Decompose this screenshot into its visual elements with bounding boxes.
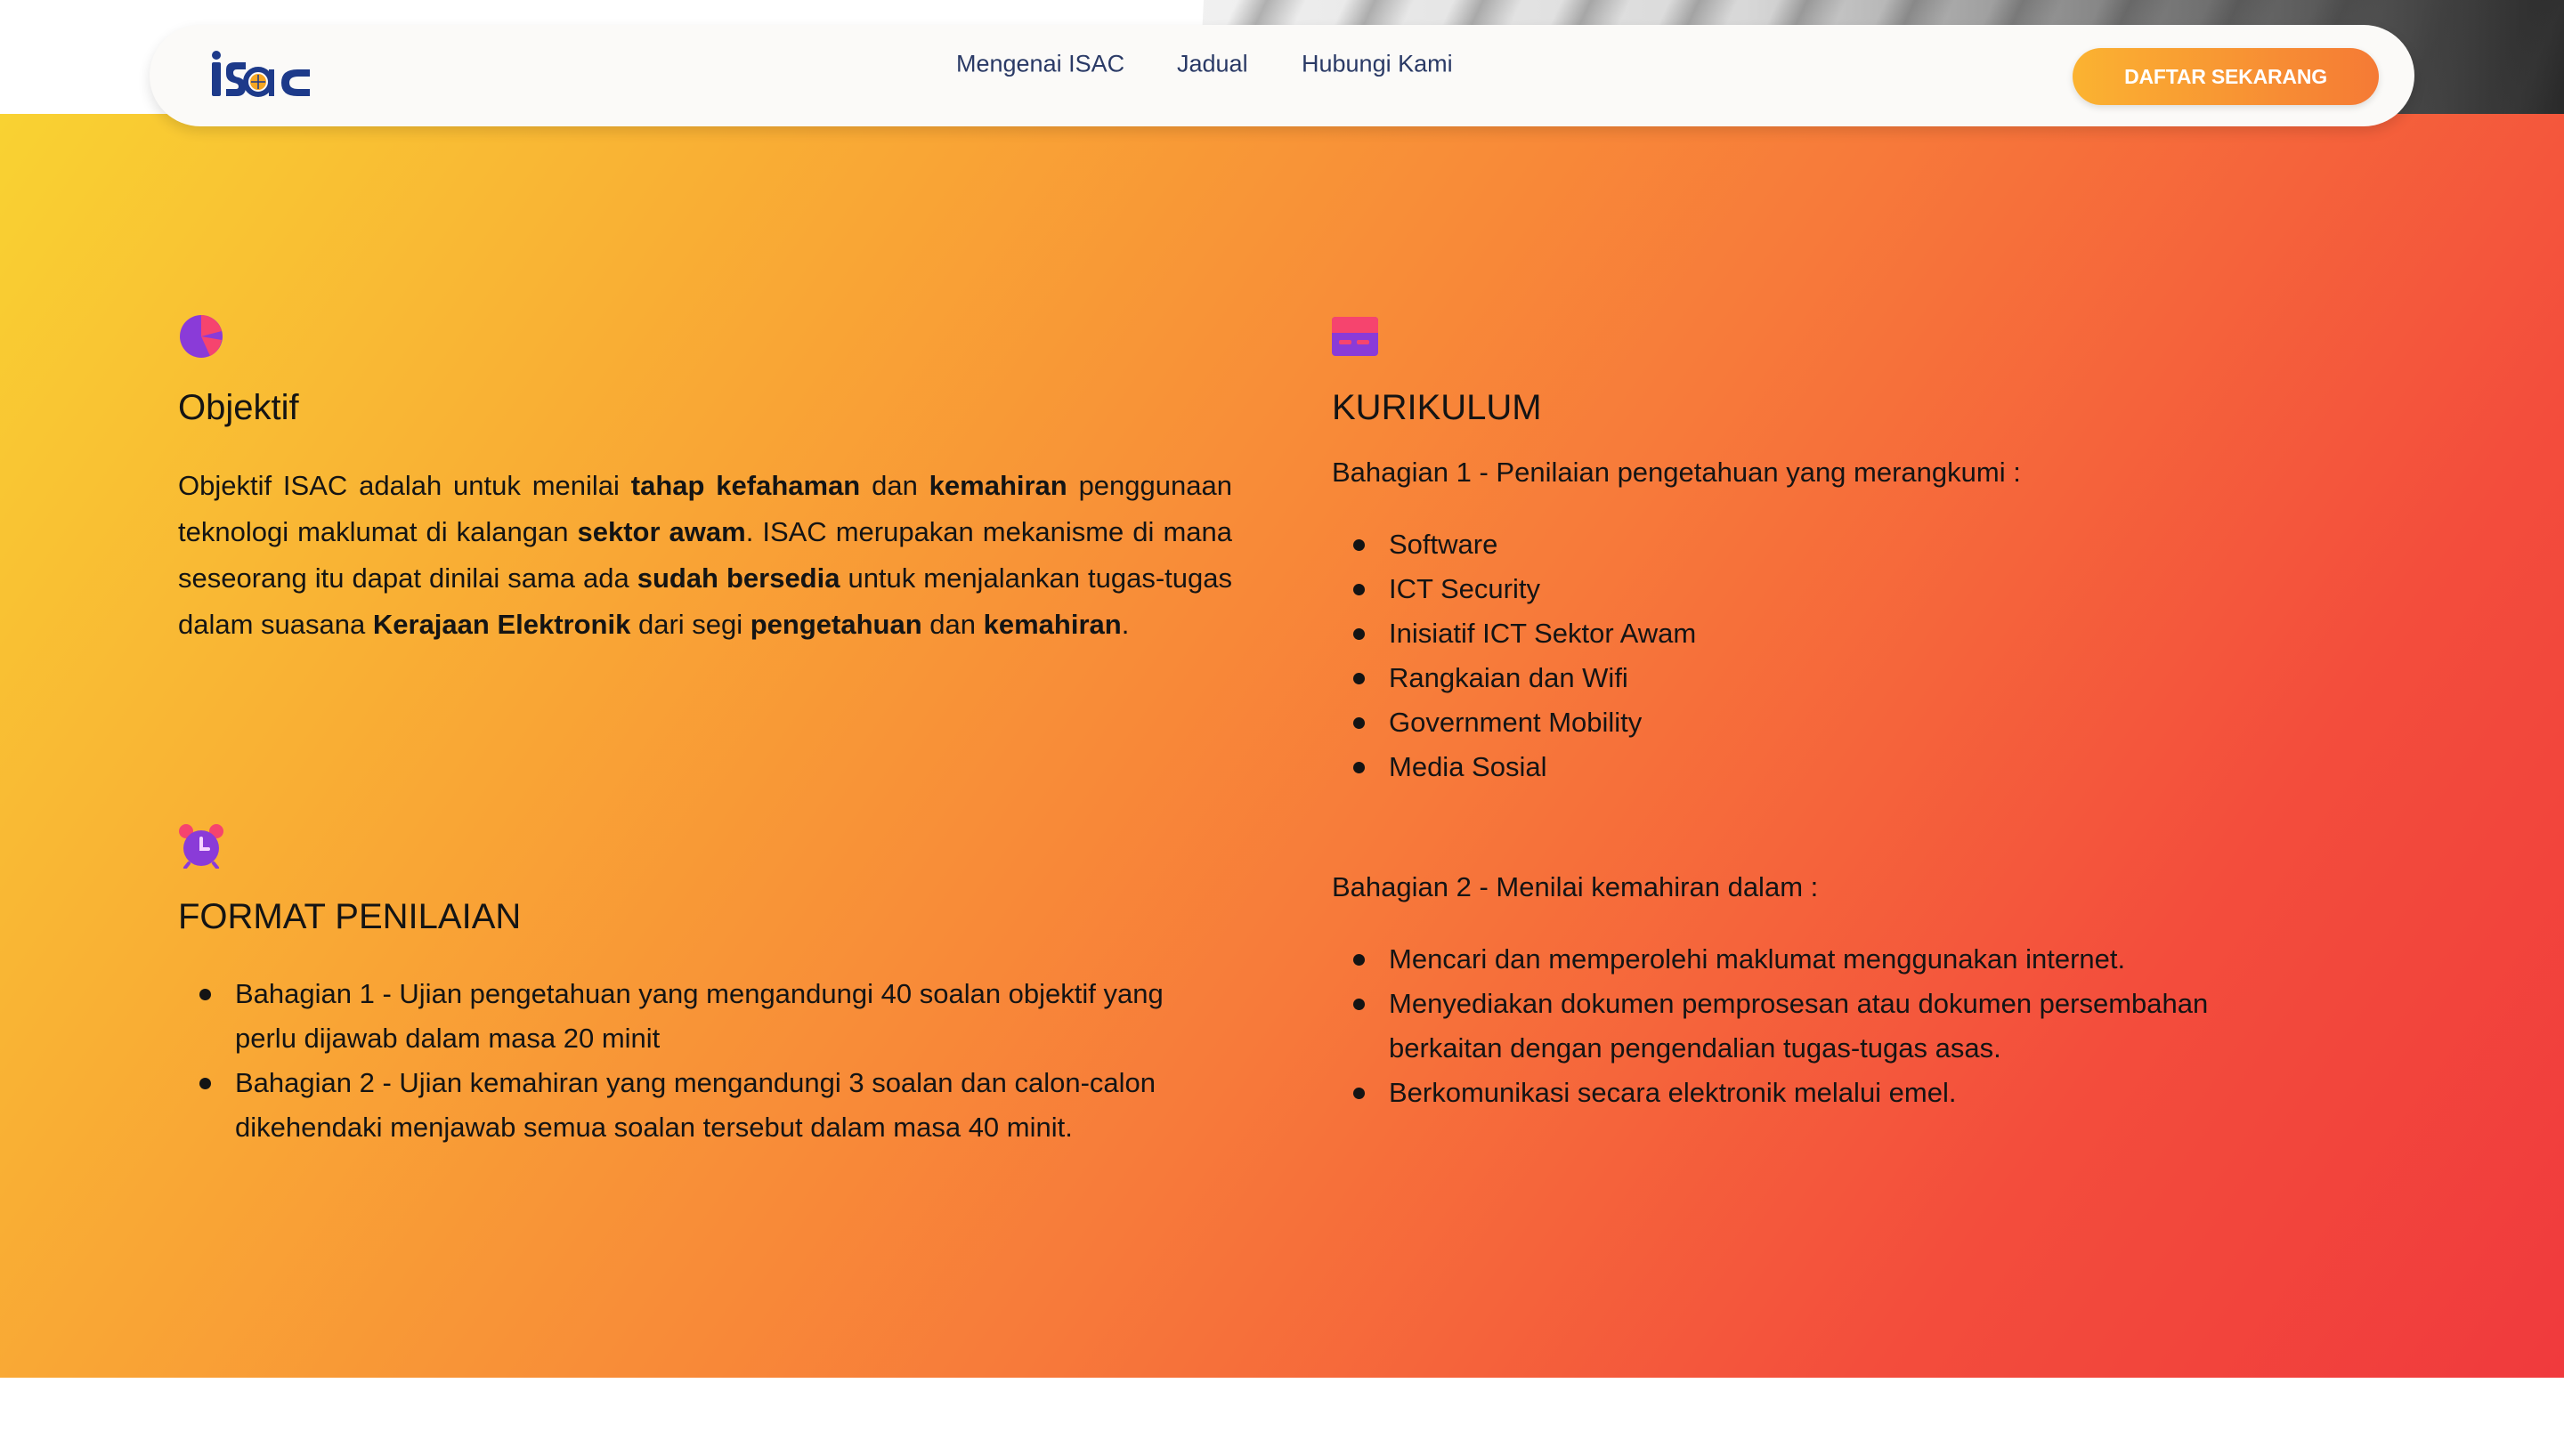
kurikulum-part2-item: Menyediakan dokumen pemprosesan atau dok…	[1332, 982, 2329, 1071]
objektif-emphasis: pengetahuan	[750, 609, 922, 640]
nav-link-hubungi[interactable]: Hubungi Kami	[1302, 51, 1453, 78]
kurikulum-title: KURIKULUM	[1332, 388, 1542, 427]
objektif-emphasis: kemahiran	[929, 470, 1067, 501]
format-item: Bahagian 2 - Ujian kemahiran yang mengan…	[178, 1061, 1232, 1150]
isac-logo-mark	[212, 51, 310, 97]
register-button[interactable]: DAFTAR SEKARANG	[2073, 48, 2379, 105]
kurikulum-part2-item: Berkomunikasi secara elektronik melalui …	[1332, 1071, 2329, 1115]
isac-logo[interactable]	[205, 50, 317, 106]
objektif-emphasis: sektor awam	[577, 516, 746, 547]
credit-card-icon	[1332, 313, 1378, 360]
nav-link-jadual[interactable]: Jadual	[1177, 51, 1248, 78]
kurikulum-part1-item: Media Sosial	[1332, 745, 2391, 789]
objektif-emphasis: Kerajaan Elektronik	[372, 609, 631, 640]
objektif-text: dan	[860, 470, 929, 501]
objektif-text: .	[1121, 609, 1130, 640]
format-title: FORMAT PENILAIAN	[178, 897, 522, 936]
kurikulum-part2-intro: Bahagian 2 - Menilai kemahiran dalam :	[1332, 871, 1819, 902]
kurikulum-part1-item: ICT Security	[1332, 567, 2391, 611]
nav-link-mengenai[interactable]: Mengenai ISAC	[956, 51, 1124, 78]
kurikulum-part1-item: Software	[1332, 522, 2391, 567]
objektif-text: Objektif ISAC adalah untuk menilai	[178, 470, 631, 501]
objektif-emphasis: sudah bersedia	[637, 562, 840, 594]
kurikulum-part1-item: Rangkaian dan Wifi	[1332, 656, 2391, 700]
alarm-clock-icon	[178, 822, 224, 870]
format-list: Bahagian 1 - Ujian pengetahuan yang meng…	[178, 972, 1232, 1150]
kurikulum-part1-item: Government Mobility	[1332, 700, 2391, 745]
objektif-emphasis: tahap kefahaman	[630, 470, 861, 501]
kurikulum-part2-item: Mencari dan memperolehi maklumat menggun…	[1332, 937, 2329, 982]
objektif-text: dan	[921, 609, 984, 640]
kurikulum-part1-intro: Bahagian 1 - Penilaian pengetahuan yang …	[1332, 457, 2021, 488]
format-item: Bahagian 1 - Ujian pengetahuan yang meng…	[178, 972, 1232, 1061]
objektif-text: dari segi	[630, 609, 751, 640]
kurikulum-part1-item: Inisiatif ICT Sektor Awam	[1332, 611, 2391, 656]
pie-chart-icon	[178, 313, 224, 360]
objektif-paragraph: Objektif ISAC adalah untuk menilai tahap…	[178, 463, 1232, 648]
kurikulum-part2-list: Mencari dan memperolehi maklumat menggun…	[1332, 937, 2329, 1115]
objektif-title: Objektif	[178, 388, 299, 427]
objektif-emphasis: kemahiran	[983, 609, 1122, 640]
kurikulum-part1-list: Software ICT Security Inisiatif ICT Sekt…	[1332, 522, 2391, 789]
